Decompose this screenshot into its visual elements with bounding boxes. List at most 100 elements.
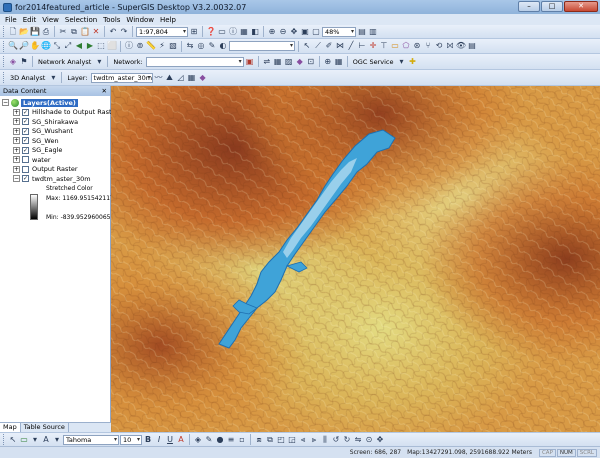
layers-root-label[interactable]: Layers(Active) [21, 98, 78, 107]
line-of-sight-icon[interactable]: ◿ [176, 73, 186, 83]
editor-icon[interactable]: ✎ [207, 41, 217, 51]
identify-info-icon[interactable]: ⓘ [124, 41, 134, 51]
terrain-map[interactable] [111, 86, 600, 432]
undo-icon[interactable]: ↶ [108, 27, 118, 37]
layout-zoom-select[interactable]: 48% [322, 26, 356, 37]
surface-layer-select[interactable]: twdtm_aster_30m [90, 72, 153, 83]
menu-tools[interactable]: Tools [100, 16, 123, 24]
cut-icon[interactable]: ✂ [58, 27, 68, 37]
layer-label[interactable]: SG_Wushant [32, 127, 73, 135]
3d-view-icon[interactable]: ◆ [198, 73, 208, 83]
expand-icon[interactable]: + [13, 127, 20, 135]
layer-row[interactable]: + ✓ SG_Wen [2, 136, 110, 146]
align-left-icon[interactable]: ⫷ [298, 435, 308, 445]
font-size-select[interactable]: 10 [120, 434, 142, 445]
chevron-down-icon[interactable]: ▾ [94, 57, 104, 67]
bold-button[interactable]: B [143, 435, 153, 445]
help-pointer-icon[interactable]: ❓ [206, 27, 216, 37]
flip-icon[interactable]: ⇋ [353, 435, 363, 445]
zoom-out-icon[interactable]: 🔎 [19, 41, 29, 51]
info-icon[interactable]: ⓘ [228, 27, 238, 37]
collapse-icon[interactable]: − [2, 99, 9, 107]
layer-checkbox[interactable]: ✓ [22, 146, 29, 154]
network-select[interactable] [145, 56, 244, 67]
flag-icon[interactable]: ⚑ [19, 57, 29, 67]
collapse-icon[interactable]: − [13, 175, 20, 183]
menu-selection[interactable]: Selection [62, 16, 100, 24]
menu-help[interactable]: Help [157, 16, 179, 24]
ruler-icon[interactable]: ⊢ [357, 41, 367, 51]
chevron-down-icon[interactable]: ▾ [52, 435, 62, 445]
eye-icon[interactable]: 👁 [456, 41, 466, 51]
rotate-right-icon[interactable]: ↻ [342, 435, 352, 445]
split-icon[interactable]: ⑂ [423, 41, 433, 51]
font-name-select[interactable]: Tahoma [63, 434, 119, 445]
magnifier-icon[interactable]: ◎ [196, 41, 206, 51]
merge-icon[interactable]: ⨝ [445, 41, 455, 51]
close-panel-icon[interactable]: ✕ [102, 86, 110, 96]
layers-root[interactable]: − Layers(Active) [2, 98, 110, 108]
line-tool-icon[interactable]: ╱ [346, 41, 356, 51]
ogc-service-dropdown[interactable]: OGC Service [351, 58, 396, 66]
minimize-button[interactable]: – [518, 1, 540, 12]
steepest-path-icon[interactable]: ▦ [187, 73, 197, 83]
print-icon[interactable]: ⎙ [41, 27, 51, 37]
back-arrow-icon[interactable]: ◀ [74, 41, 84, 51]
attributes-icon[interactable]: ▤ [467, 41, 477, 51]
layer-label[interactable]: Hillshade to Output Raster [32, 108, 118, 116]
nudge-icon[interactable]: ✥ [375, 435, 385, 445]
service-area-icon[interactable]: ◆ [295, 57, 305, 67]
italic-button[interactable]: I [154, 435, 164, 445]
network-tool-icon[interactable]: ◈ [8, 57, 18, 67]
expand-icon[interactable]: + [13, 118, 20, 126]
closest-facility-icon[interactable]: ⊡ [306, 57, 316, 67]
tab-table-source[interactable]: Table Source [21, 423, 69, 432]
layer-row[interactable]: + ✓ SG_Wushant [2, 127, 110, 137]
layer-checkbox[interactable]: ✓ [22, 118, 29, 126]
new-document-icon[interactable]: 🗋 [8, 27, 18, 37]
layer-label[interactable]: SG_Shirakawa [32, 118, 78, 126]
redo-icon[interactable]: ↷ [119, 27, 129, 37]
layer-checkbox[interactable]: ✓ [22, 127, 29, 135]
layer-row[interactable]: + ✓ SG_Shirakawa [2, 117, 110, 127]
menu-edit[interactable]: Edit [20, 16, 40, 24]
zoom-in-icon[interactable]: 🔍 [8, 41, 18, 51]
layer-row[interactable]: + ✓ SG_Eagle [2, 146, 110, 156]
line-color-icon[interactable]: ✎ [204, 435, 214, 445]
network-window-icon[interactable]: ▣ [245, 57, 255, 67]
chevron-down-icon[interactable]: ▾ [396, 57, 406, 67]
expand-icon[interactable]: + [13, 156, 20, 164]
layer-checkbox[interactable]: ✓ [22, 175, 29, 183]
text-tool-icon[interactable]: A [41, 435, 51, 445]
forward-arrow-icon[interactable]: ▶ [85, 41, 95, 51]
toolbar-grip[interactable] [3, 26, 6, 37]
menu-window[interactable]: Window [123, 16, 157, 24]
copy-icon[interactable]: ⧉ [69, 27, 79, 37]
chevron-down-icon[interactable]: ▾ [48, 73, 58, 83]
ungroup-icon[interactable]: ⧉ [265, 435, 275, 445]
3d-analyst-dropdown[interactable]: 3D Analyst [8, 74, 47, 82]
overview-icon[interactable]: ▧ [168, 41, 178, 51]
menu-file[interactable]: File [2, 16, 20, 24]
map-view[interactable] [111, 86, 600, 432]
layer-row[interactable]: − ✓ twdtm_aster_30m [2, 174, 110, 184]
toolbar-grip[interactable] [3, 72, 6, 83]
font-color-icon[interactable]: A [176, 435, 186, 445]
ogc-layer-icon[interactable]: ▦ [334, 57, 344, 67]
layer-label[interactable]: water [32, 156, 51, 164]
rectangle-tool-icon[interactable]: ▭ [390, 41, 400, 51]
polygon-tool-icon[interactable]: ⬠ [401, 41, 411, 51]
sketch-tool-icon[interactable]: ✐ [324, 41, 334, 51]
close-button[interactable]: ✕ [564, 1, 598, 12]
expand-icon[interactable]: + [13, 146, 20, 154]
maximize-button[interactable]: □ [541, 1, 563, 12]
anchor-icon[interactable]: ⊤ [379, 41, 389, 51]
layer-row[interactable]: + ✓ Hillshade to Output Raster [2, 108, 118, 118]
effects-icon[interactable]: ◐ [218, 41, 228, 51]
network-analyst-dropdown[interactable]: Network Analyst [36, 58, 93, 66]
layer-row[interactable]: + water [2, 155, 110, 165]
layer-checkbox[interactable]: ✓ [22, 108, 29, 116]
distribute-icon[interactable]: ⫼ [320, 435, 330, 445]
select-element-arrow-icon[interactable]: ↖ [8, 435, 18, 445]
delete-icon[interactable]: ✕ [91, 27, 101, 37]
